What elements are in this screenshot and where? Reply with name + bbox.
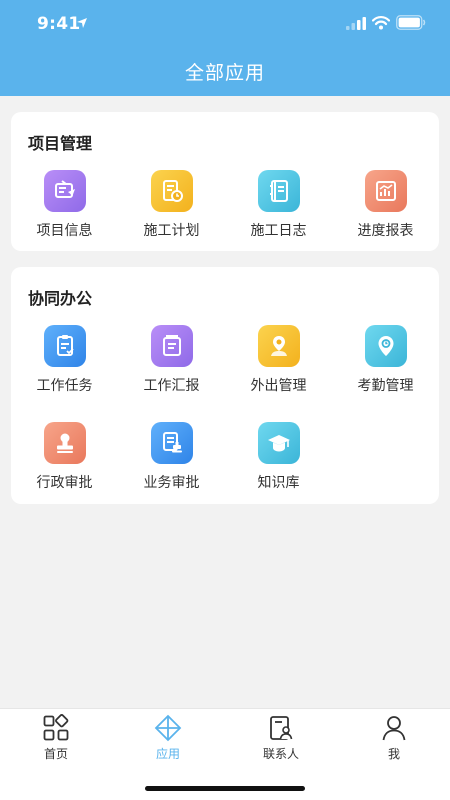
tab-profile[interactable]: 我 [338, 709, 450, 771]
app-construction-log[interactable]: 施工日志 [225, 170, 332, 246]
project-info-icon [43, 170, 86, 212]
app-label: 工作任务 [36, 378, 93, 394]
project-management-card: 项目管理 项目信息 施工计划 施工日志 进度报表 [11, 112, 439, 251]
tab-contacts[interactable]: 联系人 [225, 709, 337, 771]
business-approval-icon [150, 422, 193, 464]
cellular-signal-icon [346, 17, 366, 30]
tab-label-contacts: 联系人 [262, 747, 299, 761]
battery-icon [396, 15, 426, 30]
work-report-icon [150, 325, 193, 367]
app-label: 项目信息 [36, 223, 93, 239]
wifi-icon [372, 16, 390, 30]
contacts-icon [270, 716, 293, 740]
app-label: 业务审批 [143, 475, 200, 491]
app-business-approval[interactable]: 业务审批 [118, 422, 225, 498]
status-time: 9:41 [37, 14, 81, 34]
progress-report-icon [364, 170, 407, 212]
app-knowledge-base[interactable]: 知识库 [225, 422, 332, 498]
app-label: 施工日志 [250, 223, 307, 239]
app-label: 知识库 [257, 475, 300, 491]
app-work-report[interactable]: 工作汇报 [118, 325, 225, 401]
location-arrow-icon [77, 18, 87, 28]
app-label: 外出管理 [250, 378, 307, 394]
app-label: 工作汇报 [143, 378, 200, 394]
outing-management-icon [257, 325, 300, 367]
profile-icon [382, 716, 406, 741]
app-outing-management[interactable]: 外出管理 [225, 325, 332, 401]
collaborative-office-card: 协同办公 工作任务 工作汇报 外出管理 考勤管理 行政审批 业务审批 知识库 [11, 267, 439, 504]
app-header: 9:41 全部应用 [0, 0, 450, 96]
home-indicator [145, 786, 305, 791]
construction-plan-icon [150, 170, 193, 212]
app-label: 进度报表 [357, 223, 414, 239]
page-title: 全部应用 [184, 62, 265, 84]
home-grid-icon [43, 714, 69, 741]
admin-approval-icon [43, 422, 86, 464]
status-bar: 9:41 [0, 0, 450, 48]
knowledge-base-icon [257, 422, 300, 464]
app-attendance[interactable]: 考勤管理 [332, 325, 439, 401]
construction-log-icon [257, 170, 300, 212]
app-label: 行政审批 [36, 475, 93, 491]
tab-label-apps: 应用 [155, 747, 180, 761]
tab-label-home: 首页 [43, 747, 68, 761]
work-task-icon [43, 325, 86, 367]
app-construction-plan[interactable]: 施工计划 [118, 170, 225, 246]
app-label: 施工计划 [143, 223, 200, 239]
app-project-info[interactable]: 项目信息 [11, 170, 118, 246]
tab-apps[interactable]: 应用 [112, 709, 224, 771]
app-work-task[interactable]: 工作任务 [11, 325, 118, 401]
tab-home[interactable]: 首页 [0, 709, 112, 771]
app-progress-report[interactable]: 进度报表 [332, 170, 439, 246]
apps-icon [154, 714, 182, 742]
tab-label-profile: 我 [387, 747, 400, 761]
attendance-icon [364, 325, 407, 367]
app-label: 考勤管理 [357, 378, 414, 394]
app-admin-approval[interactable]: 行政审批 [11, 422, 118, 498]
section-title-collaborative-office: 协同办公 [28, 289, 93, 308]
section-title-project-management: 项目管理 [28, 134, 93, 153]
